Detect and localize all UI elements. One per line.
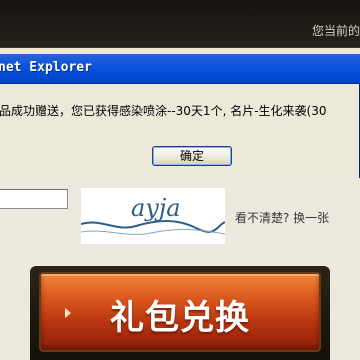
captcha-graphic: ayja <box>80 194 226 235</box>
ok-button[interactable]: 确定 <box>152 146 232 166</box>
redeem-gift-button[interactable]: 礼包兑换 <box>39 272 321 352</box>
captcha-refresh-link[interactable]: 看不清楚? 换一张 <box>235 209 329 226</box>
captcha-text: ayja <box>131 194 181 222</box>
captcha-input[interactable] <box>0 189 68 209</box>
user-status-text: 您当前的 <box>311 24 360 38</box>
dialog-titlebar[interactable]: net Explorer <box>0 54 360 84</box>
site-header: 您当前的 <box>0 0 360 48</box>
redeem-button-label: 礼包兑换 <box>110 298 250 338</box>
dialog-title: net Explorer <box>0 60 92 75</box>
captcha-image: ayja <box>80 188 226 244</box>
alert-dialog: net Explorer 品成功赠送，您已获得感染喷涂--30天1个, 名片-生… <box>0 54 360 178</box>
dialog-message: 品成功赠送，您已获得感染喷涂--30天1个, 名片-生化来袭(30 <box>0 104 327 118</box>
